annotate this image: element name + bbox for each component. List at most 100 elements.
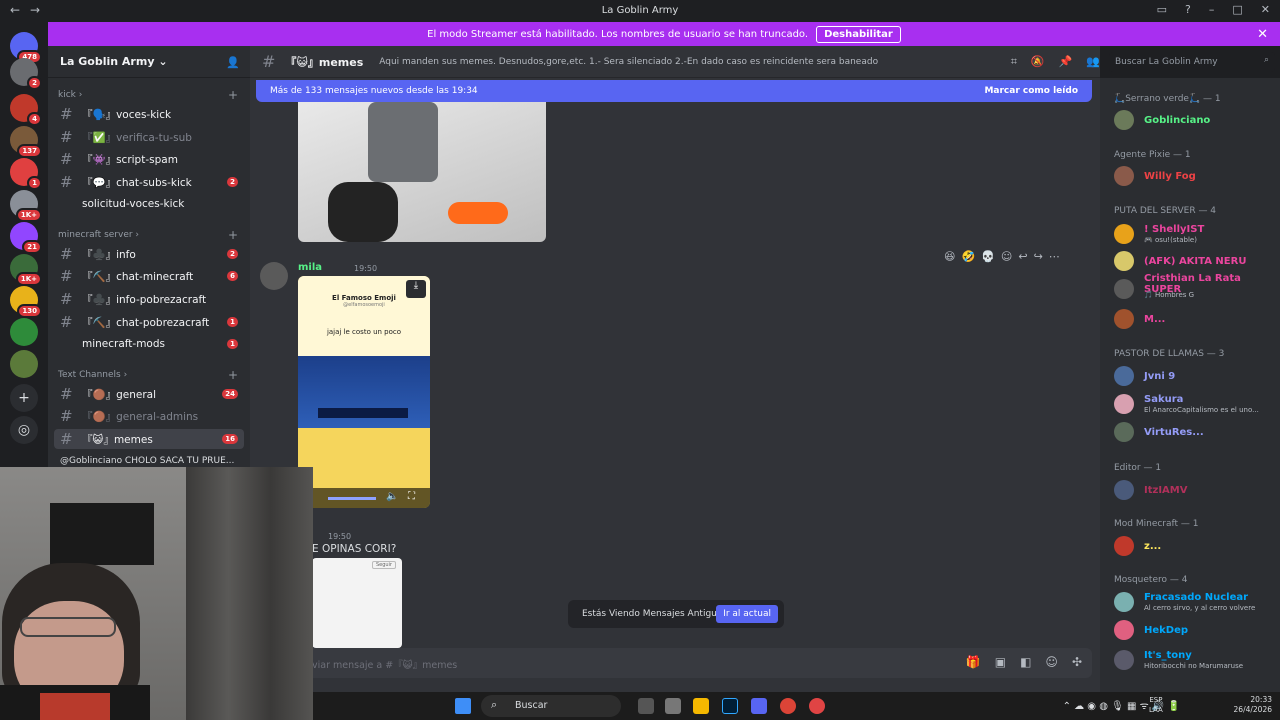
- sticker-icon[interactable]: ◧: [1020, 655, 1031, 669]
- search-input[interactable]: Buscar La Goblin Army ⌕: [1109, 52, 1275, 72]
- window-controls[interactable]: ▭ ? – □ ✕: [1157, 3, 1270, 16]
- channel-item[interactable]: # 『🟤』general 24: [54, 384, 244, 404]
- channel-item[interactable]: # 『⛏️』chat-minecraft 6: [54, 266, 244, 286]
- photoshop-icon[interactable]: [722, 698, 738, 714]
- disable-button[interactable]: Deshabilitar: [816, 25, 901, 43]
- channel-category[interactable]: kick › +: [58, 88, 238, 102]
- server-icon[interactable]: 4: [10, 94, 42, 126]
- create-channel-icon[interactable]: +: [228, 228, 238, 242]
- video-controls[interactable]: 🔈 ⛶: [298, 488, 430, 508]
- thread-item[interactable]: @Goblinciano CHOLO SACA TU PRUE...: [60, 456, 234, 466]
- minimize-icon[interactable]: –: [1209, 3, 1215, 16]
- clock[interactable]: 20:33 26/4/2026: [1234, 695, 1272, 715]
- server-icon[interactable]: 1: [10, 158, 42, 190]
- member-item[interactable]: (AFK) AKITA NERU: [1108, 249, 1274, 273]
- server-icon[interactable]: 2: [10, 58, 42, 90]
- add-reaction-icon[interactable]: ☺: [1001, 250, 1012, 263]
- server-icon[interactable]: [10, 318, 38, 346]
- reply-icon[interactable]: ↩: [1018, 250, 1027, 263]
- jump-present-button[interactable]: Ir al actual: [716, 605, 778, 623]
- server-icon[interactable]: 1K+: [10, 254, 42, 286]
- member-item[interactable]: Willy Fog: [1108, 164, 1274, 188]
- taskbar-search[interactable]: ⌕ Buscar: [481, 695, 621, 717]
- mark-read-button[interactable]: Marcar como leído: [984, 86, 1078, 96]
- channel-item[interactable]: # 『🟤』general-admins: [54, 406, 244, 426]
- server-icon[interactable]: 137: [10, 126, 42, 158]
- emoji-icon[interactable]: ☺: [1045, 655, 1058, 669]
- channel-category[interactable]: minecraft server › +: [58, 228, 238, 242]
- download-icon[interactable]: ⤓: [406, 280, 426, 298]
- member-item[interactable]: z...: [1108, 534, 1274, 558]
- discover-icon[interactable]: ◎: [10, 416, 38, 444]
- volume-slider[interactable]: [328, 497, 376, 500]
- member-item[interactable]: Jvni 9: [1108, 364, 1274, 388]
- inbox-icon[interactable]: ▭: [1157, 3, 1167, 16]
- create-channel-icon[interactable]: +: [228, 368, 238, 382]
- channel-item[interactable]: # 『♣️』info 2: [54, 244, 244, 264]
- message-author[interactable]: mila: [298, 262, 322, 273]
- help-icon[interactable]: ?: [1185, 3, 1191, 16]
- member-item[interactable]: Goblinciano: [1108, 108, 1274, 132]
- file-explorer-icon[interactable]: [693, 698, 709, 714]
- start-icon[interactable]: [455, 698, 471, 714]
- gif-icon[interactable]: ▣: [995, 655, 1006, 669]
- member-item[interactable]: ! ShellyIST 🎮 osu!(stable): [1108, 222, 1274, 246]
- server-icon[interactable]: 1K+: [10, 190, 42, 222]
- channel-topic[interactable]: Aqui manden sus memes. Desnudos,gore,etc…: [379, 57, 878, 67]
- threads-icon[interactable]: ⌗: [1011, 55, 1017, 69]
- member-item[interactable]: It's_tony Hitoribocchi no Marumaruse: [1108, 648, 1274, 672]
- channel-item[interactable]: # 『♣️』info-pobrezacraft: [54, 289, 244, 309]
- app-icon[interactable]: [809, 698, 825, 714]
- member-item[interactable]: Sakura El AnarcoCapitalismo es el uno...: [1108, 392, 1274, 416]
- channel-item[interactable]: minecraft-mods 1: [54, 334, 244, 354]
- server-header[interactable]: La Goblin Army ⌄ 👤: [48, 46, 250, 78]
- image-attachment[interactable]: Seguir: [312, 558, 402, 648]
- maximize-icon[interactable]: □: [1232, 3, 1242, 16]
- member-item[interactable]: M...: [1108, 307, 1274, 331]
- close-icon[interactable]: ✕: [1257, 27, 1268, 42]
- task-view-icon[interactable]: [638, 698, 654, 714]
- member-item[interactable]: Cristhian La Rata SUPER 🎵 Hombres G: [1108, 273, 1274, 301]
- forward-icon[interactable]: ↪: [1034, 250, 1043, 263]
- channel-item[interactable]: # 『👾』script-spam: [54, 149, 244, 169]
- gift-icon[interactable]: 🎁: [966, 655, 981, 669]
- members-icon[interactable]: 👥: [1086, 55, 1100, 69]
- apps-icon[interactable]: ✣: [1072, 655, 1082, 669]
- create-channel-icon[interactable]: +: [228, 88, 238, 102]
- reaction-icon[interactable]: 🤣: [961, 250, 975, 263]
- notification-icon[interactable]: 🔕: [1031, 55, 1045, 69]
- close-window-icon[interactable]: ✕: [1261, 3, 1270, 16]
- server-icon[interactable]: 478: [10, 32, 42, 64]
- server-icon[interactable]: 21: [10, 222, 42, 254]
- channel-item[interactable]: solicitud-voces-kick: [54, 194, 244, 214]
- language-indicator[interactable]: ESP LAA: [1149, 695, 1163, 715]
- channel-item[interactable]: # 『✅』verifica-tu-sub: [54, 127, 244, 147]
- discord-icon[interactable]: [751, 698, 767, 714]
- server-icon[interactable]: [10, 350, 38, 378]
- chrome-icon[interactable]: [780, 698, 796, 714]
- reaction-icon[interactable]: 💀: [981, 250, 995, 263]
- member-item[interactable]: VirtuRes...: [1108, 420, 1274, 444]
- channel-item[interactable]: # 『🗣️』voces-kick: [54, 104, 244, 124]
- video-embed[interactable]: El Famoso Emoji @elfamosoemoji jajaj le …: [298, 276, 430, 508]
- channel-item[interactable]: # 『⛏️』chat-pobrezacraft 1: [54, 312, 244, 332]
- member-item[interactable]: Fracasado Nuclear Al cerro sirvo, y al ce…: [1108, 590, 1274, 614]
- pin-icon[interactable]: 📌: [1059, 55, 1073, 69]
- member-item[interactable]: HekDep: [1108, 618, 1274, 642]
- avatar[interactable]: [260, 262, 288, 290]
- volume-icon[interactable]: 🔈: [386, 491, 398, 502]
- channel-item[interactable]: # 『😺』memes 16: [54, 429, 244, 449]
- fullscreen-icon[interactable]: ⛶: [408, 491, 415, 502]
- channel-category[interactable]: Text Channels › +: [58, 368, 238, 382]
- channel-item[interactable]: # 『💬』chat-subs-kick 2: [54, 172, 244, 192]
- server-icon[interactable]: 130: [10, 286, 42, 318]
- app-icon[interactable]: [665, 698, 681, 714]
- new-messages-bar[interactable]: Más de 133 mensajes nuevos desde las 19:…: [256, 80, 1092, 102]
- add-member-icon[interactable]: 👤: [226, 56, 240, 69]
- video-attachment[interactable]: [298, 102, 546, 242]
- more-icon[interactable]: ⋯: [1049, 250, 1060, 263]
- add-server-icon[interactable]: +: [10, 384, 38, 412]
- reaction-icon[interactable]: 😆: [944, 250, 955, 263]
- message-input[interactable]: viar mensaje a #『😺』memes 🎁 ▣ ◧ ☺ ✣: [256, 648, 1092, 678]
- member-item[interactable]: ItzIAMV: [1108, 478, 1274, 502]
